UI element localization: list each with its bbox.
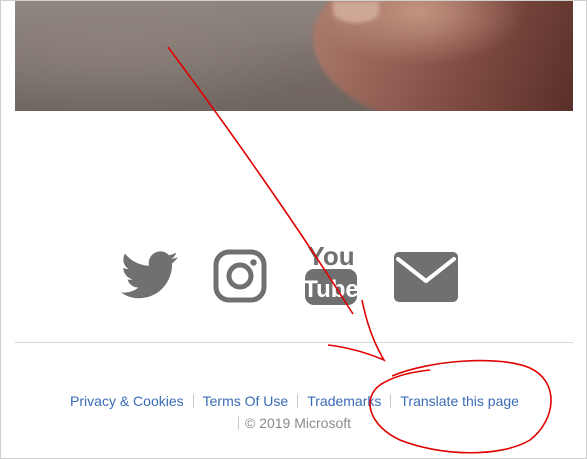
copyright-row: © 2019 Microsoft bbox=[1, 415, 587, 431]
hero-image bbox=[15, 1, 573, 111]
hero-knuckle-shape bbox=[333, 1, 379, 23]
youtube-icon[interactable]: You Tube bbox=[303, 241, 359, 307]
terms-of-use-link[interactable]: Terms Of Use bbox=[203, 393, 289, 409]
link-separator bbox=[390, 394, 392, 408]
svg-text:You: You bbox=[307, 241, 354, 271]
instagram-icon[interactable] bbox=[213, 249, 267, 303]
svg-text:Tube: Tube bbox=[303, 276, 359, 303]
mail-icon[interactable] bbox=[393, 251, 459, 303]
twitter-icon[interactable] bbox=[121, 251, 179, 299]
copyright-separator bbox=[237, 416, 239, 430]
page-frame: You Tube Privacy & Cookies Terms Of Use Tr… bbox=[0, 0, 587, 459]
privacy-cookies-link[interactable]: Privacy & Cookies bbox=[70, 393, 184, 409]
translate-page-link[interactable]: Translate this page bbox=[400, 393, 519, 409]
footer-divider bbox=[15, 342, 573, 343]
social-links: You Tube bbox=[119, 241, 464, 307]
copyright-text: © 2019 Microsoft bbox=[244, 415, 352, 431]
link-separator bbox=[297, 394, 299, 408]
link-separator bbox=[192, 394, 194, 408]
trademarks-link[interactable]: Trademarks bbox=[307, 393, 381, 409]
footer-links: Privacy & Cookies Terms Of Use Trademarks T… bbox=[1, 393, 587, 409]
